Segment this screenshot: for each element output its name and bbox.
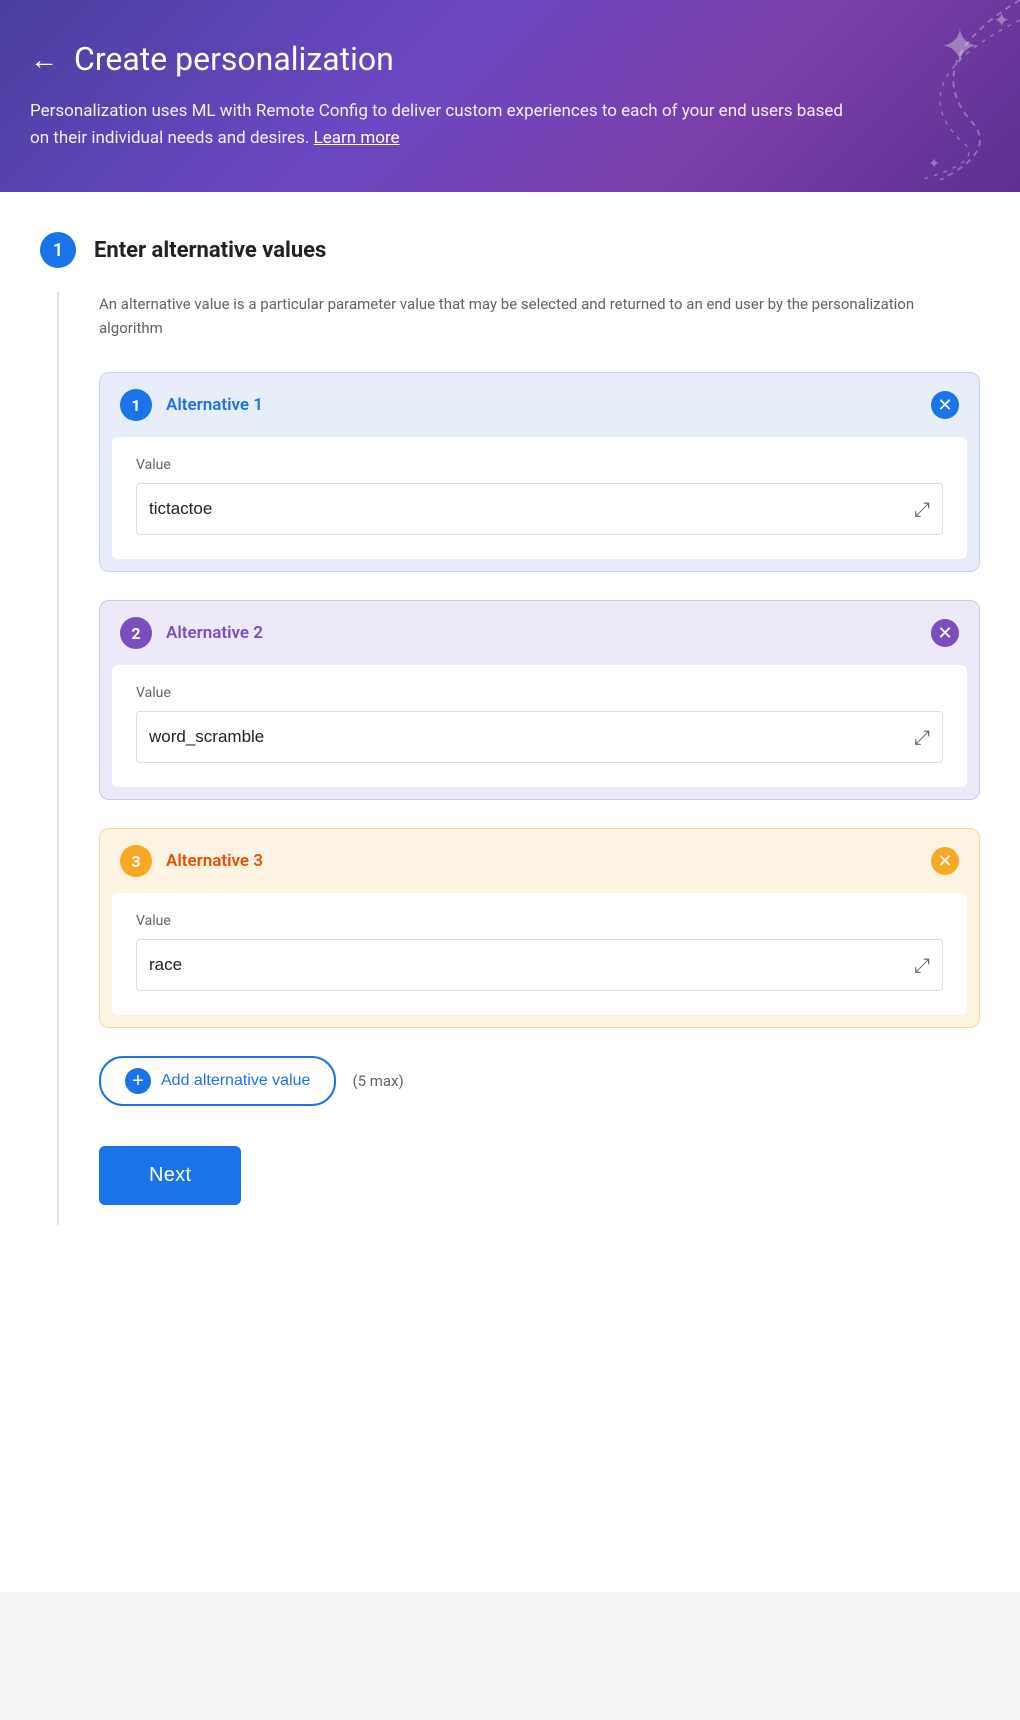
alt-header-left-3: 3 Alternative 3	[120, 845, 263, 877]
alt-card-header-2: 2 Alternative 2 ✕	[100, 601, 979, 665]
value-input-3[interactable]	[149, 955, 906, 975]
value-input-1[interactable]	[149, 499, 906, 519]
header-decoration	[720, 0, 1020, 180]
alt-card-header-3: 3 Alternative 3 ✕	[100, 829, 979, 893]
back-button[interactable]: ←	[30, 43, 58, 76]
expand-icon-1[interactable]: ⤢	[914, 497, 930, 521]
value-input-wrap-2: ⤢	[136, 711, 943, 763]
max-count-label: (5 max)	[352, 1072, 403, 1090]
value-input-2[interactable]	[149, 727, 906, 747]
alt-close-button-1[interactable]: ✕	[931, 391, 959, 419]
page-header: ✦ ✦ ✦ ← Create personalization Personali…	[0, 0, 1020, 192]
alt-number-badge-3: 3	[120, 845, 152, 877]
alternative-card-3: 3 Alternative 3 ✕ Value ⤢	[99, 828, 980, 1028]
value-input-wrap-1: ⤢	[136, 483, 943, 535]
value-label-3: Value	[136, 913, 943, 929]
step-description: An alternative value is a particular par…	[99, 292, 919, 340]
alt-card-header-1: 1 Alternative 1 ✕	[100, 373, 979, 437]
step-header: 1 Enter alternative values	[40, 232, 980, 268]
alt-label-2: Alternative 2	[166, 623, 263, 643]
alt-number-badge-1: 1	[120, 389, 152, 421]
alt-card-body-2: Value ⤢	[112, 665, 967, 787]
add-button-label: Add alternative value	[161, 1072, 310, 1090]
main-content: 1 Enter alternative values An alternativ…	[0, 192, 1020, 1592]
expand-icon-3[interactable]: ⤢	[914, 953, 930, 977]
alt-label-1: Alternative 1	[166, 395, 263, 415]
alt-number-badge-2: 2	[120, 617, 152, 649]
alternative-card-1: 1 Alternative 1 ✕ Value ⤢	[99, 372, 980, 572]
expand-icon-2[interactable]: ⤢	[914, 725, 930, 749]
add-alternative-row: + Add alternative value (5 max)	[99, 1056, 980, 1106]
add-icon: +	[125, 1068, 151, 1094]
alt-header-left-2: 2 Alternative 2	[120, 617, 263, 649]
alternative-card-2: 2 Alternative 2 ✕ Value ⤢	[99, 600, 980, 800]
step-number-badge: 1	[40, 232, 76, 268]
alt-header-left-1: 1 Alternative 1	[120, 389, 263, 421]
step-title: Enter alternative values	[94, 238, 326, 263]
next-button[interactable]: Next	[99, 1146, 241, 1205]
add-alternative-button[interactable]: + Add alternative value	[99, 1056, 336, 1106]
alt-close-button-3[interactable]: ✕	[931, 847, 959, 875]
alt-close-button-2[interactable]: ✕	[931, 619, 959, 647]
alt-card-body-3: Value ⤢	[112, 893, 967, 1015]
alt-card-body-1: Value ⤢	[112, 437, 967, 559]
learn-more-link[interactable]: Learn more	[314, 128, 400, 148]
value-input-wrap-3: ⤢	[136, 939, 943, 991]
value-label-2: Value	[136, 685, 943, 701]
alt-label-3: Alternative 3	[166, 851, 263, 871]
page-title: Create personalization	[74, 40, 394, 78]
step-content: An alternative value is a particular par…	[57, 292, 980, 1225]
value-label-1: Value	[136, 457, 943, 473]
